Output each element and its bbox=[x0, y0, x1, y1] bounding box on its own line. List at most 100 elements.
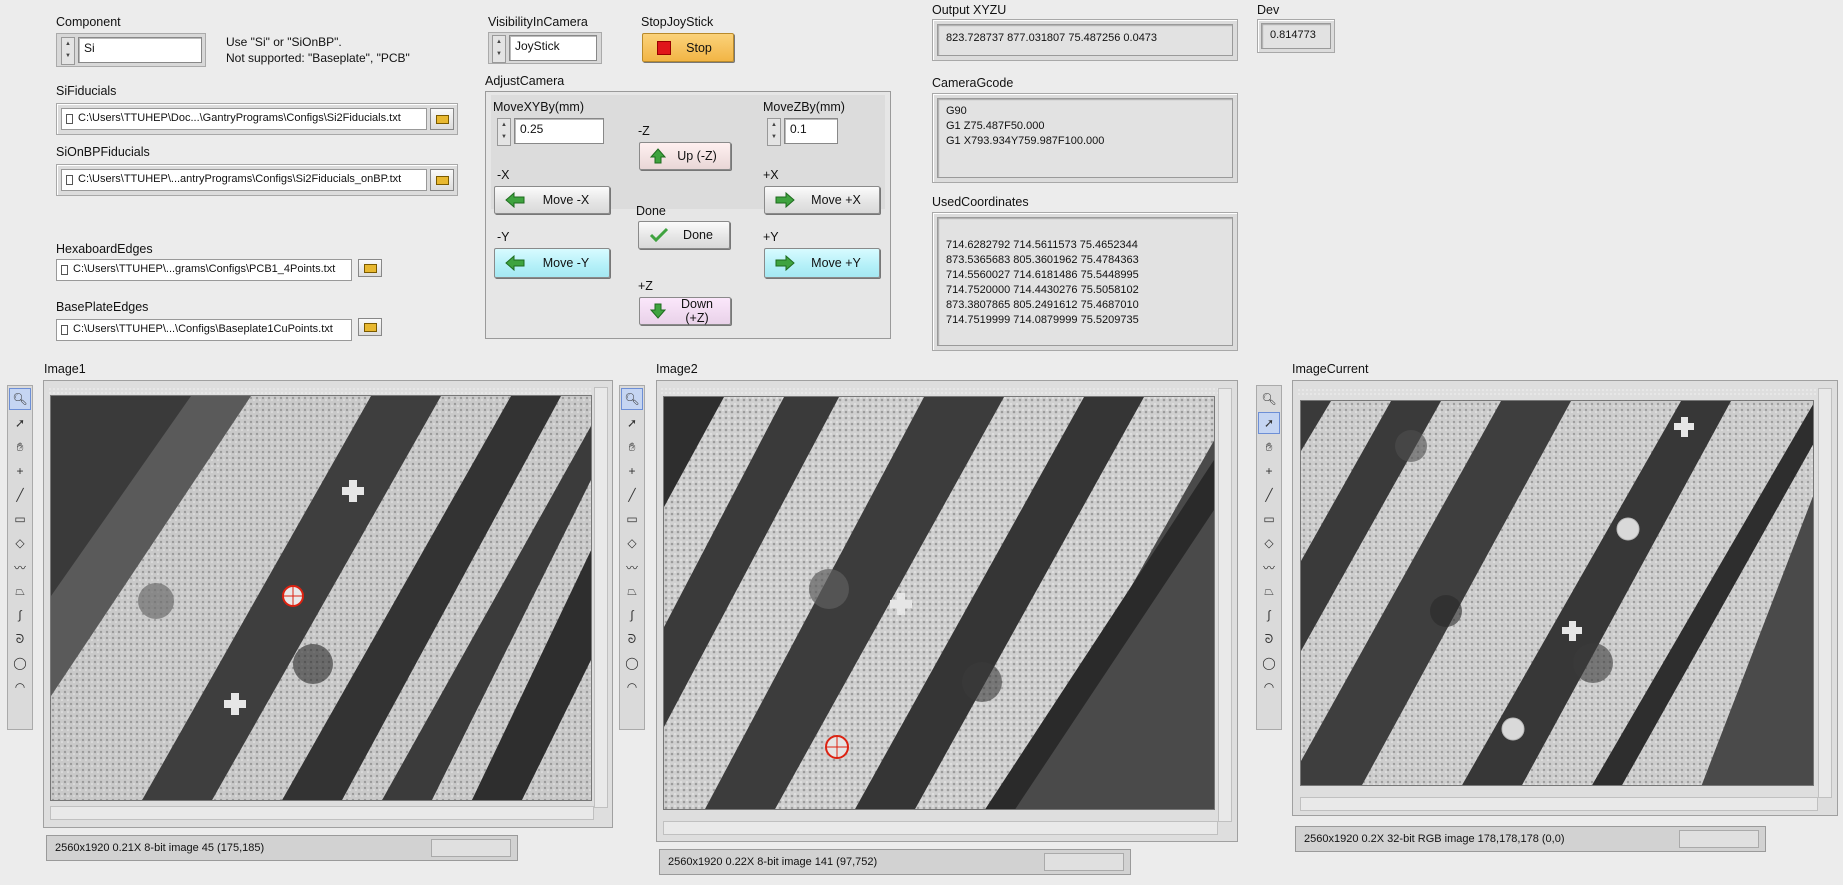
movexy-input[interactable]: 0.25 bbox=[514, 118, 604, 144]
line-icon[interactable]: ╱ bbox=[621, 484, 643, 506]
adjustcamera-label: AdjustCamera bbox=[485, 74, 565, 88]
stop-icon bbox=[657, 40, 671, 55]
sifiducials-path[interactable]: C:\Users\TTUHEP\Doc...\GantryPrograms\Co… bbox=[61, 108, 427, 130]
image2-hscroll[interactable] bbox=[663, 821, 1218, 835]
zoom-icon[interactable]: 🔍︎ bbox=[1258, 388, 1280, 410]
image1-status-text: 2560x1920 0.21X 8-bit image 45 (175,185) bbox=[55, 842, 265, 854]
visibility-spinner[interactable]: ▲ ▼ bbox=[492, 35, 506, 63]
oval-icon[interactable]: ◯ bbox=[1258, 652, 1280, 674]
pan-icon[interactable]: ✋︎ bbox=[9, 436, 31, 458]
polygon-icon[interactable]: ⏢ bbox=[1258, 580, 1280, 602]
polyline-icon[interactable]: 〰 bbox=[1258, 556, 1280, 578]
sionbp-browse-button[interactable] bbox=[430, 169, 454, 191]
rotated-rect-icon[interactable]: ◇ bbox=[1258, 532, 1280, 554]
image1-label: Image1 bbox=[44, 362, 86, 376]
baseplate-path-text: C:\Users\TTUHEP\...\Configs\Baseplate1Cu… bbox=[73, 323, 333, 335]
move-posy-button[interactable]: Move +Y bbox=[764, 248, 880, 278]
rectangle-icon[interactable]: ▭ bbox=[9, 508, 31, 530]
done-label: Done bbox=[636, 204, 666, 218]
move-negy-button[interactable]: Move -Y bbox=[494, 248, 610, 278]
folder-icon bbox=[436, 115, 449, 124]
line-icon[interactable]: ╱ bbox=[1258, 484, 1280, 506]
freehand-line-icon[interactable]: ∫ bbox=[621, 604, 643, 626]
rotated-rect-icon[interactable]: ◇ bbox=[621, 532, 643, 554]
image1-toolbar: 🔍︎ ➚ ✋︎ + ╱ ▭ ◇ 〰 ⏢ ∫ ᘐ ◯ ◠ bbox=[7, 385, 33, 730]
stop-button[interactable]: Stop bbox=[642, 33, 734, 62]
rotated-rect-icon[interactable]: ◇ bbox=[9, 532, 31, 554]
hexaboard-browse-button[interactable] bbox=[358, 259, 382, 277]
down-button[interactable]: Down (+Z) bbox=[639, 297, 731, 325]
pointer-icon[interactable]: ➚ bbox=[621, 412, 643, 434]
sifiducials-browse-button[interactable] bbox=[430, 108, 454, 130]
move-posx-label: Move +X bbox=[811, 193, 861, 207]
move-posx-button[interactable]: Move +X bbox=[764, 186, 880, 214]
image3-blob bbox=[1395, 430, 1427, 462]
crosshair-icon[interactable]: + bbox=[621, 460, 643, 482]
movexy-spinner[interactable]: ▲ ▼ bbox=[497, 118, 511, 146]
crosshair-icon[interactable]: + bbox=[9, 460, 31, 482]
pan-icon[interactable]: ✋︎ bbox=[1258, 436, 1280, 458]
freehand-region-icon[interactable]: ᘐ bbox=[621, 628, 643, 650]
oval-icon[interactable]: ◯ bbox=[621, 652, 643, 674]
checkmark-icon bbox=[649, 227, 669, 243]
image2-canvas[interactable] bbox=[663, 396, 1215, 810]
movez-spinner[interactable]: ▲ ▼ bbox=[767, 118, 781, 146]
up-button[interactable]: Up (-Z) bbox=[639, 142, 731, 170]
image3-canvas[interactable] bbox=[1300, 400, 1814, 786]
image3-circle-fiducial bbox=[1616, 517, 1640, 541]
rectangle-icon[interactable]: ▭ bbox=[621, 508, 643, 530]
image1-status: 2560x1920 0.21X 8-bit image 45 (175,185) bbox=[46, 835, 518, 861]
visibility-input[interactable]: JoyStick bbox=[509, 35, 597, 61]
image1-blob bbox=[138, 583, 174, 619]
zoom-icon[interactable]: 🔍︎ bbox=[9, 388, 31, 410]
used-line: 873.5365683 805.3601962 75.4784363 bbox=[946, 254, 1139, 266]
image1-canvas[interactable] bbox=[50, 395, 592, 801]
move-negx-button[interactable]: Move -X bbox=[494, 186, 610, 214]
polygon-icon[interactable]: ⏢ bbox=[9, 580, 31, 602]
baseplate-browse-button[interactable] bbox=[358, 318, 382, 336]
arrow-left-icon bbox=[505, 191, 525, 209]
polygon-icon[interactable]: ⏢ bbox=[621, 580, 643, 602]
freehand-line-icon[interactable]: ∫ bbox=[1258, 604, 1280, 626]
posx-label: +X bbox=[763, 168, 779, 182]
zoom-icon[interactable]: 🔍︎ bbox=[621, 388, 643, 410]
crosshair-icon[interactable]: + bbox=[1258, 460, 1280, 482]
component-input[interactable]: Si bbox=[78, 37, 202, 63]
image3-vscroll[interactable] bbox=[1818, 388, 1832, 798]
sionbp-path[interactable]: C:\Users\TTUHEP\...antryPrograms\Configs… bbox=[61, 169, 427, 191]
output-label: Output XYZU bbox=[932, 3, 1007, 17]
line-icon[interactable]: ╱ bbox=[9, 484, 31, 506]
negy-label: -Y bbox=[497, 230, 510, 244]
done-button[interactable]: Done bbox=[638, 221, 730, 249]
image1-hscroll[interactable] bbox=[50, 806, 594, 820]
image2-vscroll[interactable] bbox=[1218, 388, 1232, 822]
annulus-icon[interactable]: ◠ bbox=[1258, 676, 1280, 698]
annulus-icon[interactable]: ◠ bbox=[621, 676, 643, 698]
freehand-region-icon[interactable]: ᘐ bbox=[1258, 628, 1280, 650]
sionbp-path-text: C:\Users\TTUHEP\...antryPrograms\Configs… bbox=[78, 173, 402, 185]
arrow-right-icon bbox=[775, 254, 795, 272]
oval-icon[interactable]: ◯ bbox=[9, 652, 31, 674]
pointer-icon[interactable]: ➚ bbox=[9, 412, 31, 434]
image1-vscroll[interactable] bbox=[594, 387, 608, 808]
movez-input[interactable]: 0.1 bbox=[784, 118, 838, 144]
image3-hscroll[interactable] bbox=[1300, 797, 1818, 811]
baseplate-path[interactable]: C:\Users\TTUHEP\...\Configs\Baseplate1Cu… bbox=[56, 319, 352, 341]
move-negy-label: Move -Y bbox=[542, 256, 590, 270]
annulus-icon[interactable]: ◠ bbox=[9, 676, 31, 698]
gcode-label: CameraGcode bbox=[932, 76, 1014, 90]
pan-icon[interactable]: ✋︎ bbox=[621, 436, 643, 458]
polyline-icon[interactable]: 〰 bbox=[9, 556, 31, 578]
polyline-icon[interactable]: 〰 bbox=[621, 556, 643, 578]
arrow-right-icon bbox=[775, 191, 795, 209]
rectangle-icon[interactable]: ▭ bbox=[1258, 508, 1280, 530]
component-spinner[interactable]: ▲ ▼ bbox=[61, 37, 75, 65]
component-label: Component bbox=[56, 15, 121, 29]
posy-label: +Y bbox=[763, 230, 779, 244]
image2-status-text: 2560x1920 0.22X 8-bit image 141 (97,752) bbox=[668, 856, 878, 868]
freehand-line-icon[interactable]: ∫ bbox=[9, 604, 31, 626]
hexaboard-path[interactable]: C:\Users\TTUHEP\...grams\Configs\PCB1_4P… bbox=[56, 259, 352, 281]
folder-icon bbox=[364, 323, 377, 332]
pointer-icon[interactable]: ➚ bbox=[1258, 412, 1280, 434]
freehand-region-icon[interactable]: ᘐ bbox=[9, 628, 31, 650]
